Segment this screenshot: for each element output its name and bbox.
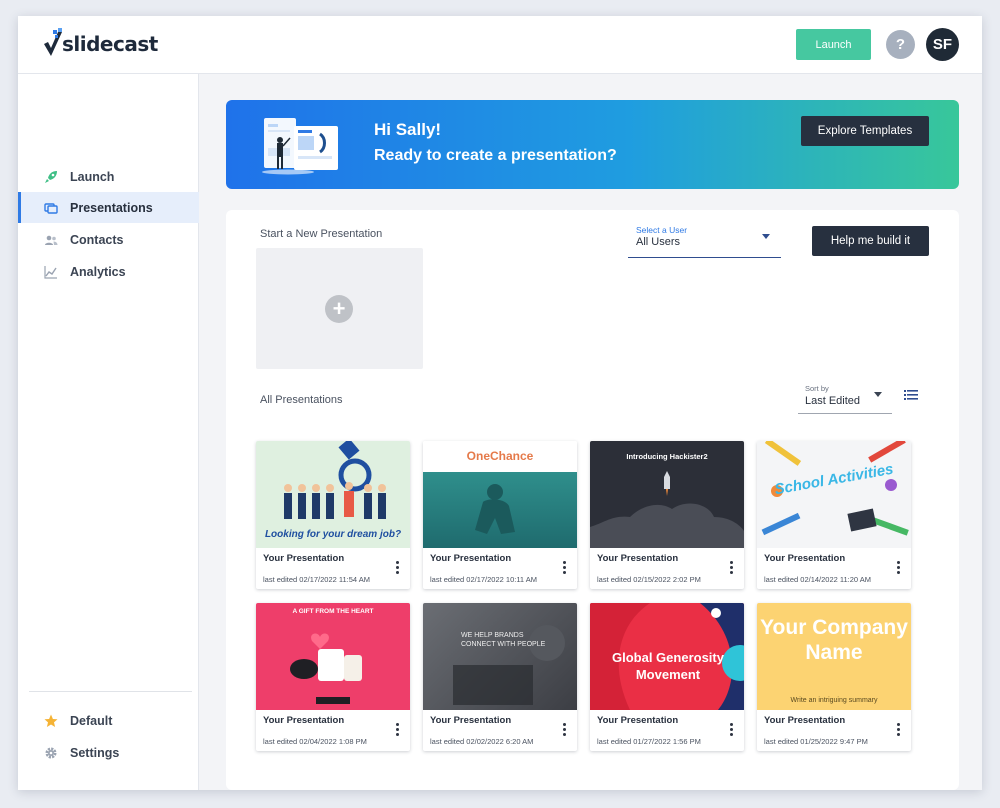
app-window: slidecast Launch ? SF Launch Presentatio… xyxy=(18,16,982,790)
sidebar-item-label: Settings xyxy=(70,745,120,760)
more-options-icon[interactable] xyxy=(561,723,567,739)
presentation-thumbnail: Looking for your dream job? xyxy=(256,441,410,548)
launch-button[interactable]: Launch xyxy=(796,29,871,60)
presentation-card[interactable]: Your Company Name Write an intriguing su… xyxy=(757,603,911,751)
sidebar-item-label: Launch xyxy=(70,169,115,184)
presentation-thumbnail: A GIFT FROM THE HEART xyxy=(256,603,410,710)
presentation-title: Your Presentation xyxy=(764,715,846,726)
sidebar-item-settings[interactable]: Settings xyxy=(18,737,199,768)
sort-by-label: Sort by xyxy=(805,384,829,393)
logo-text: slidecast xyxy=(62,32,158,56)
sidebar-item-label: Analytics xyxy=(70,264,126,279)
sidebar-item-label: Contacts xyxy=(70,232,124,247)
user-avatar[interactable]: SF xyxy=(926,28,959,61)
presentation-thumbnail: OneChance xyxy=(423,441,577,548)
presentation-title: Your Presentation xyxy=(430,553,512,564)
presentation-date: last edited 01/25/2022 9:47 PM xyxy=(764,737,868,746)
presentation-title: Your Presentation xyxy=(597,553,679,564)
presentation-date: last edited 02/02/2022 6:20 AM xyxy=(430,737,534,746)
start-new-label: Start a New Presentation xyxy=(260,228,383,240)
thumbnail-text: OneChance xyxy=(466,449,534,463)
more-options-icon[interactable] xyxy=(561,561,567,577)
presentation-date: last edited 02/17/2022 10:11 AM xyxy=(430,575,538,584)
new-presentation-tile[interactable]: + xyxy=(256,248,423,369)
sidebar-item-analytics[interactable]: Analytics xyxy=(18,256,199,287)
sidebar: Launch Presentations Contacts Analytics xyxy=(18,74,199,790)
presentation-date: last edited 02/15/2022 2:02 PM xyxy=(597,575,701,584)
select-user-dropdown[interactable]: Select a User All Users xyxy=(628,222,781,258)
sidebar-item-label: Presentations xyxy=(70,200,153,215)
presentation-title: Your Presentation xyxy=(597,715,679,726)
sort-by-dropdown[interactable]: Sort by Last Edited xyxy=(798,382,892,414)
presentation-title: Your Presentation xyxy=(263,553,345,564)
rocket-icon xyxy=(44,170,58,184)
more-options-icon[interactable] xyxy=(394,723,400,739)
presentation-title: Your Presentation xyxy=(764,553,846,564)
chevron-down-icon xyxy=(762,234,770,239)
presentations-icon xyxy=(44,201,58,215)
analytics-icon xyxy=(44,265,58,279)
sidebar-item-default[interactable]: Default xyxy=(18,705,199,736)
thumbnail-text: Looking for your dream job? xyxy=(264,529,402,540)
select-user-label: Select a User xyxy=(636,225,688,235)
sidebar-item-presentations[interactable]: Presentations xyxy=(18,192,199,223)
sidebar-item-contacts[interactable]: Contacts xyxy=(18,224,199,255)
star-icon xyxy=(44,714,58,728)
plus-icon: + xyxy=(325,295,353,323)
presentation-title: Your Presentation xyxy=(263,715,345,726)
sidebar-item-label: Default xyxy=(70,713,113,728)
presentation-date: last edited 02/04/2022 1:08 PM xyxy=(263,737,367,746)
sidebar-divider xyxy=(29,691,192,692)
presentation-card[interactable]: Looking for your dream job? Your Present… xyxy=(256,441,410,589)
logo-mark-icon xyxy=(44,28,62,56)
sidebar-item-launch[interactable]: Launch xyxy=(18,161,199,192)
more-options-icon[interactable] xyxy=(728,723,734,739)
contacts-icon xyxy=(44,233,58,247)
select-user-value: All Users xyxy=(636,236,681,248)
thumbnail-subtext: Write an intriguing summary xyxy=(790,697,878,704)
banner-greeting: Hi Sally! xyxy=(374,120,442,139)
explore-templates-button[interactable]: Explore Templates xyxy=(801,116,929,146)
gear-icon xyxy=(44,746,58,760)
list-view-icon[interactable] xyxy=(904,389,918,401)
presentation-thumbnail: School Activities xyxy=(757,441,911,548)
thumbnail-text: WE HELP BRANDS CONNECT WITH PEOPLE xyxy=(461,632,546,648)
presentation-thumbnail: Global Generosity Movement xyxy=(590,603,744,710)
presentation-title: Your Presentation xyxy=(430,715,512,726)
chevron-down-icon xyxy=(874,392,882,397)
presentation-thumbnail: Introducing Hackister2 xyxy=(590,441,744,548)
sort-by-value: Last Edited xyxy=(805,395,861,407)
presentation-card[interactable]: Global Generosity Movement Your Presenta… xyxy=(590,603,744,751)
presentation-date: last edited 02/17/2022 11:54 AM xyxy=(263,575,371,584)
all-presentations-label: All Presentations xyxy=(260,394,343,406)
more-options-icon[interactable] xyxy=(895,723,901,739)
more-options-icon[interactable] xyxy=(895,561,901,577)
presentation-card[interactable]: School Activities Your Presentation last… xyxy=(757,441,911,589)
presentation-date: last edited 02/14/2022 11:20 AM xyxy=(764,575,872,584)
more-options-icon[interactable] xyxy=(728,561,734,577)
presentation-card[interactable]: A GIFT FROM THE HEART Your Presentation … xyxy=(256,603,410,751)
presentation-thumbnail: Your Company Name Write an intriguing su… xyxy=(757,603,911,710)
help-me-build-button[interactable]: Help me build it xyxy=(812,226,929,256)
presentation-illustration-icon xyxy=(262,118,338,175)
thumbnail-text: Global Generosity Movement xyxy=(612,650,724,682)
help-button[interactable]: ? xyxy=(886,30,915,59)
presentation-card[interactable]: OneChance Your Presentation last edited … xyxy=(423,441,577,589)
banner-subtitle: Ready to create a presentation? xyxy=(374,147,617,164)
top-bar: slidecast Launch ? SF xyxy=(18,16,982,74)
presentation-card[interactable]: WE HELP BRANDS CONNECT WITH PEOPLE Your … xyxy=(423,603,577,751)
presentation-card[interactable]: Introducing Hackister2 Your Presentation… xyxy=(590,441,744,589)
thumbnail-text: Your Company Name xyxy=(760,616,908,664)
presentation-thumbnail: WE HELP BRANDS CONNECT WITH PEOPLE xyxy=(423,603,577,710)
presentations-panel: Start a New Presentation + Select a User… xyxy=(226,210,959,790)
presentation-date: last edited 01/27/2022 1:56 PM xyxy=(597,737,701,746)
slidecast-logo[interactable]: slidecast xyxy=(42,28,172,62)
more-options-icon[interactable] xyxy=(394,561,400,577)
welcome-banner: Hi Sally! Ready to create a presentation… xyxy=(226,100,959,189)
